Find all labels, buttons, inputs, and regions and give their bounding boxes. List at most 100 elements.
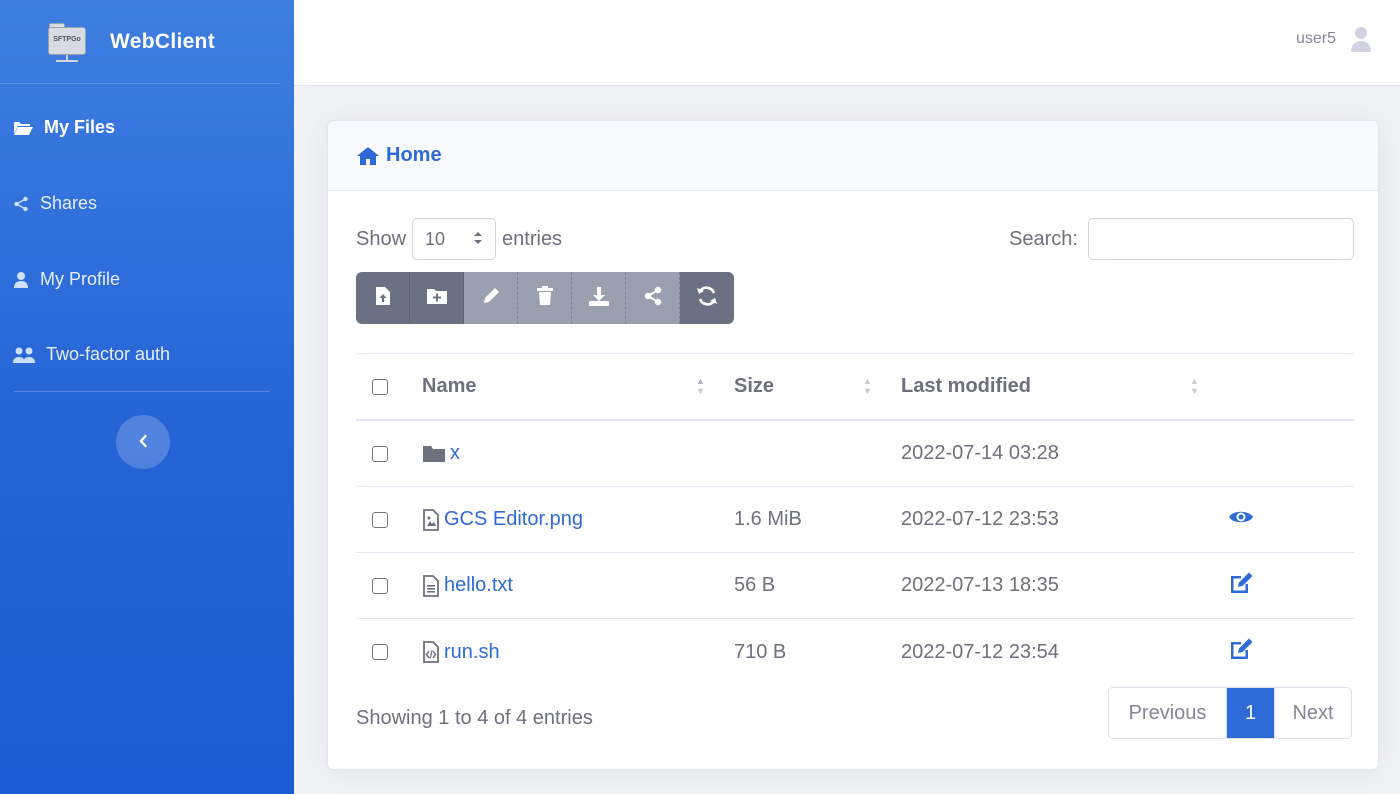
sidebar-item-label: Two-factor auth [46,344,171,364]
share-icon [12,194,30,214]
sidebar-divider [14,391,270,392]
select-arrows-icon [473,229,483,250]
sidebar-item-label: Shares [40,193,98,213]
action-cell [1228,487,1254,552]
files-card: Home Show 10 entries Search: Name ▲ ▼ Si… [327,120,1379,770]
column-header-name[interactable]: Name [422,354,476,419]
download-button[interactable] [572,272,626,324]
page-1-button[interactable]: 1 [1227,688,1274,738]
search-input[interactable] [1088,218,1354,260]
modified-cell: 2022-07-12 23:53 [901,508,1059,530]
delete-button[interactable] [518,272,572,324]
rename-button[interactable] [464,272,518,324]
file-link[interactable]: GCS Editor.png [444,508,583,531]
search-label: Search: [1009,227,1078,250]
pagination: Previous 1 Next [1108,687,1352,739]
table-row: GCS Editor.png 1.6 MiB 2022-07-12 23:53 [356,487,1354,553]
file-image-icon [422,508,440,531]
download-icon [588,286,610,311]
trash-icon [536,285,554,311]
page-length-value: 10 [425,228,446,249]
sidebar-item-shares[interactable]: Shares [12,193,97,214]
share-icon [643,286,663,311]
folder-icon [422,445,446,463]
breadcrumb-home-label: Home [386,144,442,166]
edit-icon[interactable] [1228,637,1254,667]
modified-cell: 2022-07-12 23:54 [901,640,1059,663]
sftpgo-logo: SFTPGo [46,22,88,62]
share-button[interactable] [626,272,680,324]
refresh-button[interactable] [680,272,734,324]
file-code-icon [422,641,440,663]
user-menu[interactable]: user5 [1296,26,1372,52]
folder-plus-icon [426,287,448,310]
sidebar-item-label: My Profile [40,269,121,289]
table-row: run.sh 710 B 2022-07-12 23:54 [356,619,1354,685]
name-cell: x [422,421,460,486]
size-cell: 56 B [734,574,776,596]
page-length-select[interactable]: 10 [412,218,497,260]
card-header: Home [328,121,1378,191]
file-toolbar [356,272,734,324]
show-label: Show [356,227,407,250]
table-header: Name ▲ ▼ Size ▲ ▼ Last modified ▲ ▼ [356,353,1354,421]
column-header-last-modified[interactable]: Last modified [901,354,1031,419]
action-cell [1228,553,1254,618]
sync-icon [696,285,718,312]
file-text-icon [422,574,440,597]
sort-icon: ▲ ▼ [863,376,872,396]
edit-icon[interactable] [1228,571,1254,601]
name-cell: GCS Editor.png [422,487,583,552]
sidebar-item-my-profile[interactable]: My Profile [12,269,120,290]
column-header-size[interactable]: Size [734,354,774,419]
sidebar-item-two-factor-auth[interactable]: Two-factor auth [12,344,170,365]
row-checkbox[interactable] [372,511,388,528]
home-icon [356,146,380,166]
select-all-checkbox[interactable] [372,378,388,395]
size-cell: 710 B [734,640,787,663]
table-row: hello.txt 56 B 2022-07-13 18:35 [356,553,1354,619]
row-select-cell [372,553,388,618]
create-folder-button[interactable] [410,272,464,324]
eye-icon[interactable] [1228,508,1254,532]
name-cell: hello.txt [422,553,513,618]
folder-open-icon [12,118,34,138]
next-page-button[interactable]: Next [1274,688,1351,738]
table-info: Showing 1 to 4 of 4 entries [356,707,593,729]
row-select-cell [372,619,388,685]
modified-cell: 2022-07-14 03:28 [901,442,1059,464]
breadcrumb-home[interactable]: Home [356,144,442,167]
row-select-cell [372,421,388,486]
sidebar-item-my-files[interactable]: My Files [12,117,115,138]
row-checkbox[interactable] [372,577,388,594]
sidebar-toggle-button[interactable] [116,415,170,469]
modified-cell: 2022-07-13 18:35 [901,574,1059,596]
sidebar: SFTPGo WebClient My Files Shares My Prof… [0,0,294,794]
file-upload-icon [375,286,391,311]
row-checkbox[interactable] [372,445,388,462]
file-link[interactable]: hello.txt [444,574,513,597]
search-control: Search: [1009,218,1354,260]
row-select-cell [372,487,388,552]
page-length-control: Show 10 entries [356,218,562,260]
pencil-icon [481,286,501,311]
chevron-left-icon [138,431,148,454]
file-link[interactable]: x [450,442,460,465]
brand[interactable]: SFTPGo WebClient [0,0,280,84]
name-cell: run.sh [422,619,500,685]
entries-label: entries [502,227,563,250]
user-icon [12,270,30,290]
table-controls: Show 10 entries Search: [356,218,1354,260]
select-all-cell [372,354,388,419]
previous-page-button[interactable]: Previous [1109,688,1227,738]
username: user5 [1295,30,1336,47]
upload-file-button[interactable] [356,272,410,324]
brand-name: WebClient [110,29,215,53]
files-table: Name ▲ ▼ Size ▲ ▼ Last modified ▲ ▼ x 2022-… [356,353,1354,685]
table-row: x 2022-07-14 03:28 [356,421,1354,487]
file-link[interactable]: run.sh [444,641,500,664]
row-checkbox[interactable] [372,644,388,660]
sidebar-item-label: My Files [44,117,116,137]
topbar: user5 [294,0,1400,86]
users-icon [12,345,36,365]
